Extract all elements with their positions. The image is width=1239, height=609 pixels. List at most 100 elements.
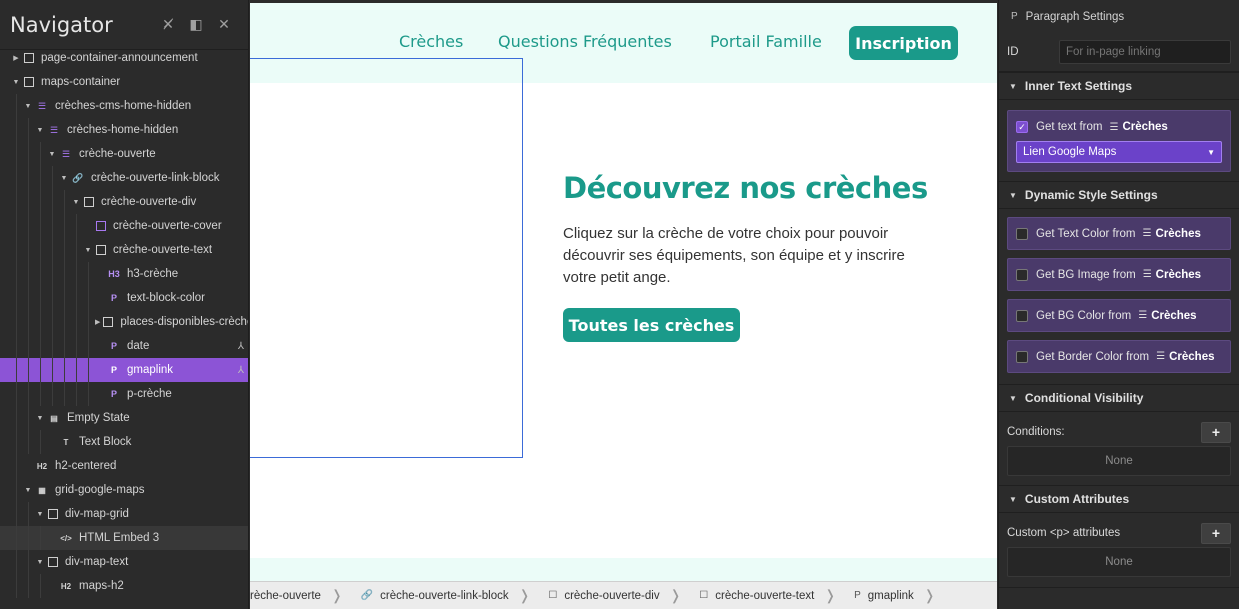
- tree-item[interactable]: ▼ 🔗 crèche-ouverte-link-block: [0, 166, 248, 190]
- tree-guide: [28, 502, 29, 526]
- collapse-all-icon[interactable]: ✕̸: [154, 11, 182, 39]
- caret-right-icon[interactable]: ▶: [11, 54, 21, 62]
- inscription-button[interactable]: Inscription: [849, 26, 958, 60]
- caret-down-icon[interactable]: ▼: [35, 415, 45, 422]
- caret-down-icon[interactable]: ▼: [47, 151, 57, 158]
- tree-guide: [52, 238, 53, 262]
- tree-item[interactable]: crèche-ouverte-cover: [0, 214, 248, 238]
- tree-item[interactable]: ▼ ▦ grid-google-maps: [0, 478, 248, 502]
- tree-item[interactable]: ▼ crèche-ouverte-div: [0, 190, 248, 214]
- breadcrumb-item[interactable]: ☐ crèche-ouverte-div ❭: [538, 582, 689, 609]
- breadcrumb-label: crèche-ouverte-text: [715, 589, 815, 602]
- caret-down-icon[interactable]: ▼: [35, 559, 45, 566]
- tree-guide: [16, 94, 17, 118]
- tree-guide: [16, 142, 17, 166]
- dynamic-style-checkbox[interactable]: [1016, 309, 1028, 322]
- element-type-icon: P: [110, 341, 117, 351]
- dynamic-style-checkbox[interactable]: [1016, 227, 1028, 240]
- breadcrumb: rèche-ouverte ❭ 🔗 crèche-ouverte-link-block…: [250, 581, 997, 609]
- dynamic-style-label: Get BG Image from: [1036, 268, 1136, 281]
- tree-item[interactable]: ▶ page-container-announcement: [0, 46, 248, 70]
- nav-link-creches[interactable]: Crèches: [399, 32, 463, 51]
- tree-guide: [28, 526, 29, 550]
- caret-down-icon[interactable]: ▼: [23, 103, 33, 110]
- element-type-icon: H2: [60, 581, 72, 591]
- tree-item-label: crèche-ouverte-text: [113, 244, 213, 256]
- custom-attributes-header[interactable]: ▼ Custom Attributes: [999, 485, 1239, 513]
- dynamic-style-settings-header[interactable]: ▼ Dynamic Style Settings: [999, 181, 1239, 209]
- tree-guide: [28, 406, 29, 430]
- design-canvas[interactable]: Crèches Questions Fréquentes Portail Fam…: [250, 3, 997, 581]
- caret-down-icon[interactable]: ▼: [59, 175, 69, 182]
- map-embed-frame[interactable]: [250, 58, 523, 458]
- add-attribute-button[interactable]: +: [1201, 522, 1231, 544]
- tree-guide: [28, 262, 29, 286]
- breadcrumb-item[interactable]: rèche-ouverte ❭: [250, 582, 351, 609]
- tree-item[interactable]: Ptext-block-color: [0, 286, 248, 310]
- tree-guide: [40, 190, 41, 214]
- tree-item[interactable]: ▼ maps-container: [0, 70, 248, 94]
- conditional-visibility-header[interactable]: ▼ Conditional Visibility: [999, 384, 1239, 412]
- element-type-icon: P: [110, 389, 117, 399]
- tree-guide: [28, 118, 29, 142]
- collection-name: Crèches: [1151, 309, 1197, 322]
- breadcrumb-item[interactable]: ☐ crèche-ouverte-text ❭: [689, 582, 844, 609]
- tree-guide: [16, 166, 17, 190]
- caret-down-icon[interactable]: ▼: [71, 199, 81, 206]
- settings-panel: P Paragraph Settings ID ▼ Inner Text Set…: [998, 0, 1239, 609]
- tree-item[interactable]: </> HTML Embed 3: [0, 526, 248, 550]
- tree-item[interactable]: T Text Block: [0, 430, 248, 454]
- inner-text-settings-header[interactable]: ▼ Inner Text Settings: [999, 72, 1239, 100]
- tree-guide: [40, 358, 41, 382]
- tree-item[interactable]: ▼ crèche-ouverte-text: [0, 238, 248, 262]
- caret-down-icon[interactable]: ▼: [35, 511, 45, 518]
- caret-down-icon[interactable]: ▼: [83, 247, 93, 254]
- chevron-down-icon: ▼: [1207, 147, 1215, 157]
- tree-guide: [40, 238, 41, 262]
- nav-link-faq[interactable]: Questions Fréquentes: [498, 32, 672, 51]
- tree-guide: [88, 310, 89, 334]
- id-field[interactable]: [1059, 40, 1231, 64]
- breadcrumb-item[interactable]: 🔗 crèche-ouverte-link-block ❭: [351, 582, 539, 609]
- tree-item[interactable]: Pgmaplink ⅄: [0, 358, 248, 382]
- tree-item[interactable]: ▼ div-map-text: [0, 550, 248, 574]
- dynamic-style-checkbox[interactable]: [1016, 350, 1028, 363]
- tree-item[interactable]: Pdate ⅄: [0, 334, 248, 358]
- tree-item[interactable]: ▼ ☰ crèches-home-hidden: [0, 118, 248, 142]
- caret-down-icon[interactable]: ▼: [11, 79, 21, 86]
- tree-item[interactable]: ▼ ☰ crèches-cms-home-hidden: [0, 94, 248, 118]
- tree-guide: [88, 262, 89, 286]
- tree-item-label: div-map-text: [65, 556, 129, 568]
- tree-guide: [28, 166, 29, 190]
- breadcrumb-label: crèche-ouverte-div: [564, 589, 660, 602]
- tree-item[interactable]: ▼ div-map-grid: [0, 502, 248, 526]
- all-creches-button[interactable]: Toutes les crèches: [563, 308, 740, 342]
- add-condition-button[interactable]: +: [1201, 421, 1231, 443]
- nav-link-portail[interactable]: Portail Famille: [710, 32, 822, 51]
- tree-item[interactable]: ▼ ☰ crèche-ouverte: [0, 142, 248, 166]
- dock-panel-icon[interactable]: ◧: [182, 11, 210, 39]
- tree-guide: [40, 574, 41, 598]
- collection-icon: ☰: [1142, 228, 1152, 239]
- tree-item[interactable]: Pp-crèche: [0, 382, 248, 406]
- field-select[interactable]: Lien Google Maps ▼: [1016, 141, 1222, 163]
- caret-down-icon[interactable]: ▼: [35, 127, 45, 134]
- tree-item[interactable]: H3 h3-crèche: [0, 262, 248, 286]
- caret-down-icon[interactable]: ▼: [23, 487, 33, 494]
- conditions-empty: None: [1007, 446, 1231, 476]
- tree-guide: [64, 262, 65, 286]
- tree-item-label: page-container-announcement: [41, 52, 198, 64]
- tree-item[interactable]: H2 maps-h2: [0, 574, 248, 598]
- tree-item[interactable]: H2 h2-centered: [0, 454, 248, 478]
- tree-guide: [28, 550, 29, 574]
- dynamic-style-label: Get BG Color from: [1036, 309, 1132, 322]
- collection-name: Crèches: [1155, 227, 1201, 240]
- close-icon[interactable]: ✕: [210, 11, 238, 39]
- caret-right-icon[interactable]: ▶: [95, 318, 100, 326]
- get-text-checkbox[interactable]: ✓: [1016, 121, 1028, 133]
- next-section-header[interactable]: [999, 587, 1239, 609]
- dynamic-style-checkbox[interactable]: [1016, 268, 1028, 281]
- tree-item[interactable]: ▼ ▤ Empty State: [0, 406, 248, 430]
- breadcrumb-item[interactable]: Pgmaplink ❭: [844, 582, 943, 609]
- tree-item[interactable]: ▶ places-disponibles-crèche: [0, 310, 248, 334]
